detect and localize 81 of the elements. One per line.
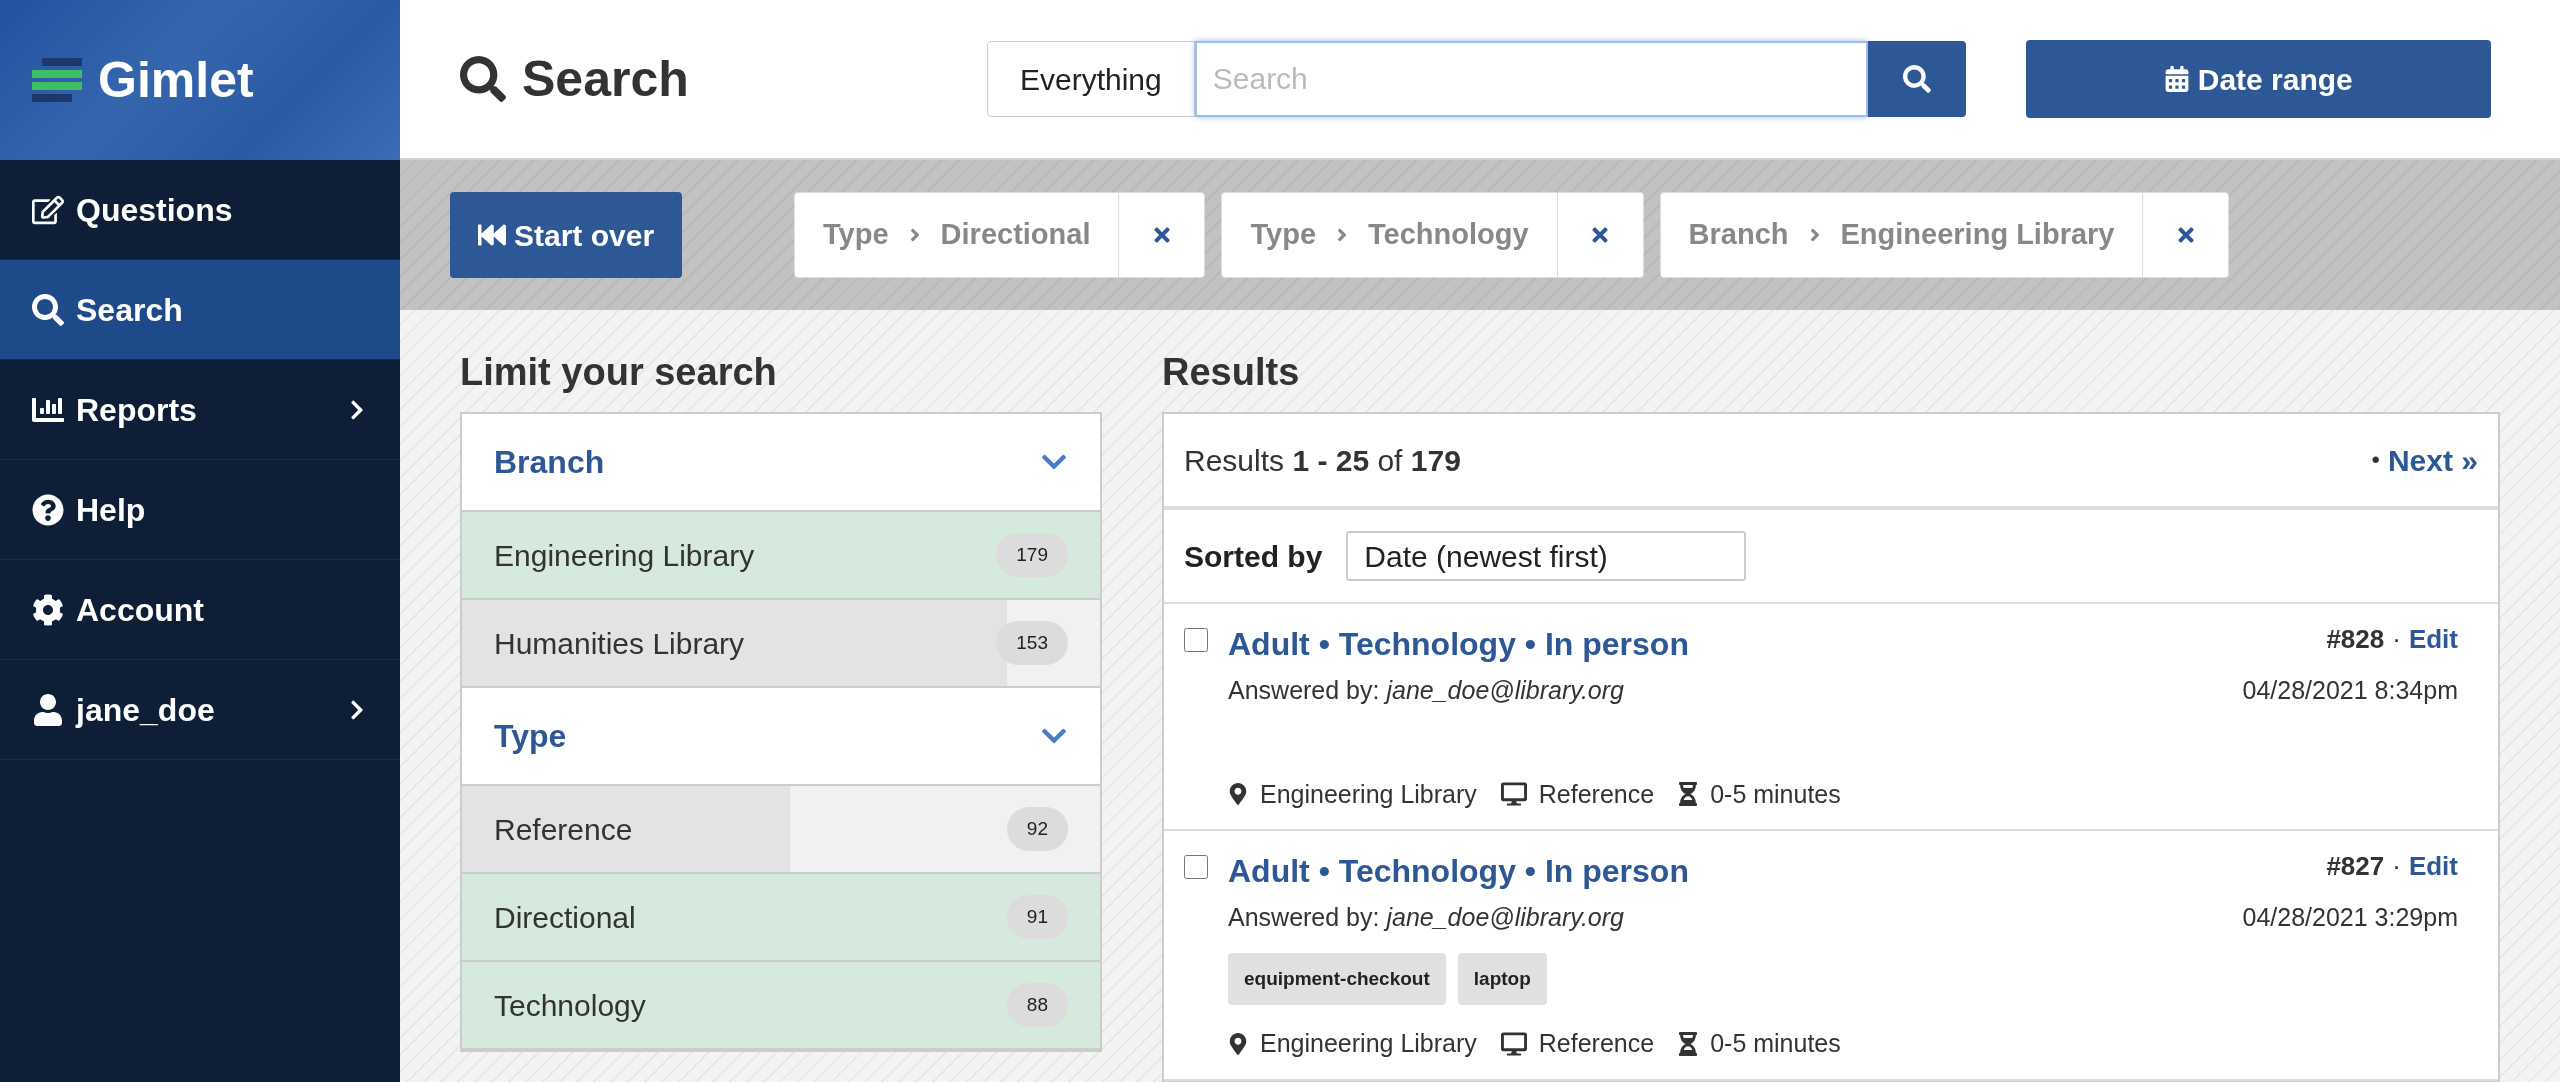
facet-label: Technology	[494, 987, 647, 1024]
search-field[interactable]: Search	[1194, 41, 1868, 117]
nav-label: Questions	[76, 190, 234, 230]
filter-field: Type	[1250, 213, 1317, 257]
facet-label: Humanities Library	[494, 625, 746, 662]
facet-item[interactable]: Engineering Library 179	[462, 512, 1100, 600]
separator-dot: ·	[2392, 850, 2401, 883]
separator-dot: •	[2371, 445, 2380, 475]
count-badge: 92	[1006, 806, 1068, 852]
facet-item[interactable]: Reference 92	[462, 786, 1100, 874]
result-branch: Engineering Library	[1260, 778, 1477, 810]
facet-item[interactable]: Directional 91	[462, 874, 1100, 962]
search-icon	[460, 56, 506, 102]
sort-select[interactable]: Date (newest first)	[1346, 531, 1747, 581]
calendar-icon	[2163, 66, 2190, 92]
result-number: #827	[2326, 850, 2385, 883]
separator-dot: ·	[2392, 623, 2401, 656]
count-badge: 153	[996, 620, 1068, 666]
facet-label: Directional	[494, 899, 637, 936]
filter-field: Branch	[1688, 213, 1789, 257]
result-title-link[interactable]: Adult • Technology • In person	[1228, 620, 2327, 668]
nav-label: jane_doe	[76, 690, 216, 730]
result-number: #828	[2326, 623, 2385, 656]
tag[interactable]: equipment-checkout	[1228, 952, 1446, 1005]
nav-label: Search	[76, 290, 184, 330]
edit-link[interactable]: Edit	[2408, 847, 2458, 886]
edit-icon	[32, 193, 64, 226]
result-type: Reference	[1538, 1028, 1655, 1059]
count-badge: 88	[1006, 982, 1068, 1028]
brand-name: Gimlet	[98, 50, 254, 110]
next-link[interactable]: Next »	[2387, 437, 2478, 483]
facet-label: Engineering Library	[494, 537, 756, 574]
count-badge: 91	[1006, 894, 1068, 940]
count-badge: 179	[996, 532, 1068, 578]
result-duration: 0-5 minutes	[1710, 1028, 1841, 1059]
answered-by: Answered by: jane_doe@library.org	[1228, 675, 1625, 706]
logo-icon	[32, 58, 82, 102]
nav-item[interactable]: Search	[0, 260, 400, 360]
location-pin-icon	[1228, 1032, 1248, 1055]
facet-item[interactable]: Technology 88	[462, 962, 1100, 1050]
settings-icon	[32, 593, 64, 626]
search-icon	[1902, 65, 1931, 93]
results-summary: Results 1 - 25 of 179	[1184, 442, 1462, 479]
help-icon	[32, 493, 64, 526]
section-heading: Limit your search	[460, 349, 778, 395]
result-date: 04/28/2021 8:34pm	[2242, 675, 2458, 706]
result-type: Reference	[1538, 778, 1655, 810]
scope-selector[interactable]: Everything	[987, 41, 1195, 117]
date-range-button[interactable]: Date range	[2025, 40, 2491, 118]
result-duration: 0-5 minutes	[1710, 778, 1841, 810]
edit-link[interactable]: Edit	[2408, 620, 2458, 659]
filter-field: Type	[823, 213, 889, 257]
filter-value: Engineering Library	[1840, 217, 2115, 253]
result-date: 04/28/2021 3:29pm	[2242, 902, 2458, 933]
nav-label: Account	[76, 590, 205, 630]
search-button[interactable]	[1867, 41, 1966, 117]
hourglass-icon	[1678, 1031, 1699, 1056]
facet-item[interactable]: Humanities Library 153	[462, 600, 1100, 688]
nav-label: Help	[76, 490, 147, 530]
filter-value: Technology	[1368, 217, 1529, 253]
result-checkbox[interactable]	[1184, 628, 1208, 652]
monitor-icon	[1500, 1031, 1527, 1056]
facet-label: Reference	[494, 811, 634, 848]
page-title: Search	[522, 49, 689, 109]
result-title-link[interactable]: Adult • Technology • In person	[1228, 847, 2327, 895]
user-icon	[32, 693, 64, 726]
result-branch: Engineering Library	[1260, 1028, 1477, 1059]
hourglass-icon	[1678, 782, 1699, 807]
tag[interactable]: laptop	[1457, 952, 1547, 1005]
facet-title: Branch	[494, 443, 606, 482]
facet-title: Type	[494, 717, 568, 756]
result-checkbox[interactable]	[1184, 855, 1208, 879]
location-pin-icon	[1228, 783, 1248, 806]
sort-label: Sorted by	[1184, 538, 1323, 575]
start-over-button[interactable]: Start over	[450, 192, 683, 278]
section-heading: Results	[1162, 349, 1301, 395]
answered-by: Answered by: jane_doe@library.org	[1228, 902, 1625, 933]
filter-value: Directional	[940, 217, 1091, 253]
monitor-icon	[1500, 782, 1527, 807]
nav-label: Reports	[76, 390, 198, 430]
search-icon	[32, 293, 64, 326]
